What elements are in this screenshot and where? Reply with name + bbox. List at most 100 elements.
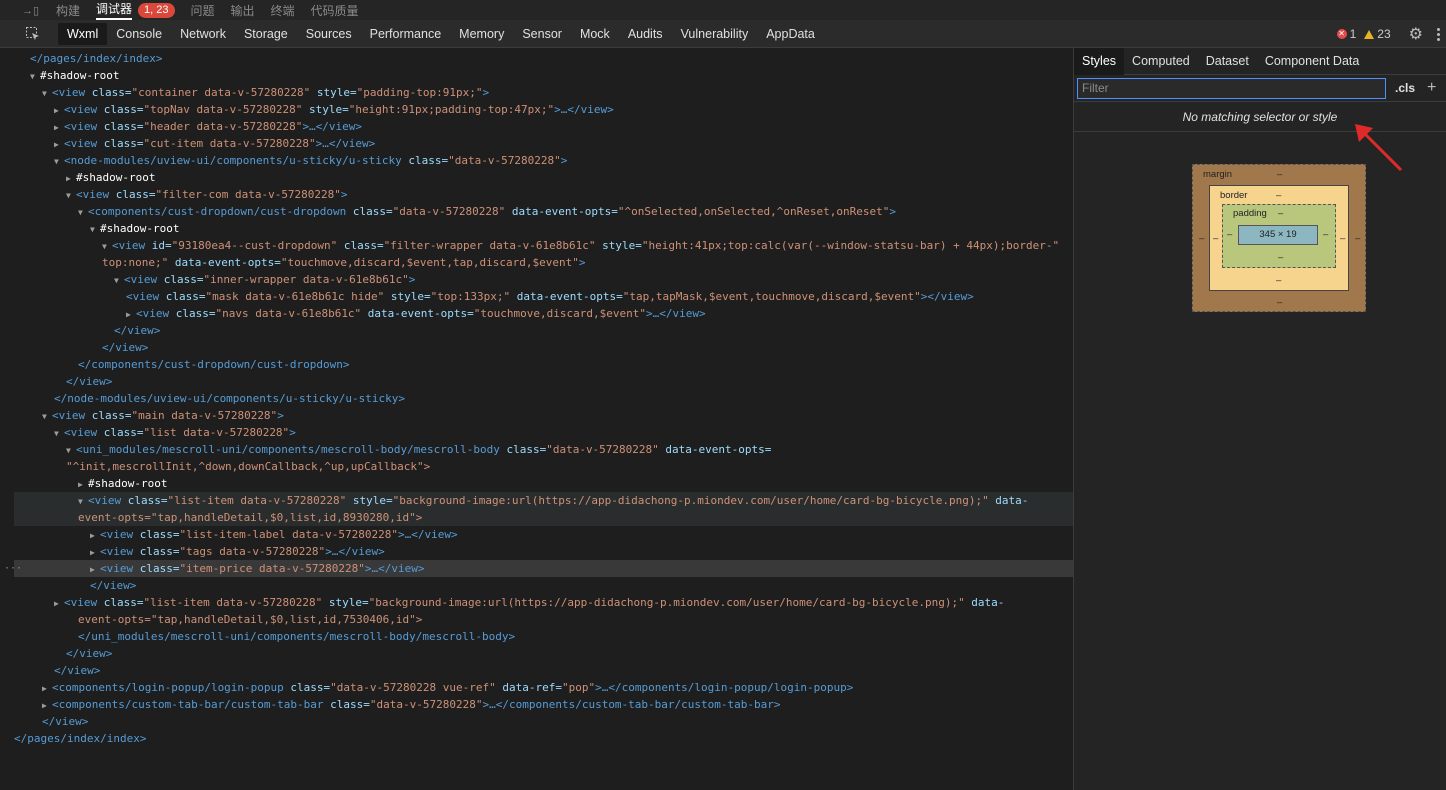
tree-node-row[interactable]: </node-modules/uview-ui/components/u-sti… — [14, 390, 1073, 407]
caret-right-icon[interactable]: ▶ — [54, 102, 64, 119]
tab-build[interactable]: 构建 — [56, 2, 80, 19]
caret-right-icon[interactable]: ▶ — [54, 119, 64, 136]
tree-node-row[interactable]: ▼ <view class="list data-v-57280228"> — [14, 424, 1073, 441]
tree-node-row[interactable]: event-opts="tap,handleDetail,$0,list,id,… — [14, 509, 1073, 526]
caret-down-icon[interactable]: ▼ — [30, 68, 40, 85]
tab-sensor[interactable]: Sensor — [513, 23, 571, 45]
tree-node-row[interactable]: "^init,mescrollInit,^down,downCallback,^… — [14, 458, 1073, 475]
caret-right-icon[interactable]: ▶ — [66, 170, 76, 187]
tab-styles[interactable]: Styles — [1074, 47, 1125, 75]
tab-debugger[interactable]: 调试器 — [96, 0, 133, 20]
tree-node-row[interactable]: ▼ <view class="filter-com data-v-57280228… — [14, 186, 1073, 203]
tree-node-row[interactable]: ▼ #shadow-root — [14, 220, 1073, 237]
caret-down-icon[interactable]: ▼ — [78, 493, 88, 510]
caret-down-icon[interactable]: ▼ — [90, 221, 100, 238]
tab-code-quality[interactable]: 代码质量 — [311, 2, 359, 19]
tree-node-row[interactable]: ▼ <components/cust-dropdown/cust-dropdown… — [14, 203, 1073, 220]
tree-node-row[interactable]: ▶ <view class="list-item data-v-57280228"… — [14, 594, 1073, 611]
tab-wxml[interactable]: Wxml — [58, 22, 108, 45]
tab-vulnerability[interactable]: Vulnerability — [672, 23, 758, 45]
tree-node-row[interactable]: </uni_modules/mescroll-uni/components/me… — [14, 628, 1073, 645]
tree-node-row[interactable]: ▶ <view class="header data-v-57280228">…<… — [14, 118, 1073, 135]
tree-node-row[interactable]: <view class="mask data-v-61e8b61c hide" … — [14, 288, 1073, 305]
tree-node-row[interactable]: ▼ <uni_modules/mescroll-uni/components/me… — [14, 441, 1073, 458]
caret-right-icon[interactable]: ▶ — [90, 561, 100, 578]
padding-bottom-value: – — [1278, 252, 1284, 263]
tree-node-row[interactable]: </view> — [14, 322, 1073, 339]
tree-node-row[interactable]: </view> — [14, 577, 1073, 594]
tree-node-row[interactable]: ▼ <view class="inner-wrapper data-v-61e8b… — [14, 271, 1073, 288]
tab-problems[interactable]: 问题 — [191, 2, 215, 19]
caret-down-icon[interactable]: ▼ — [66, 187, 76, 204]
tree-node-row[interactable]: </view> — [14, 339, 1073, 356]
tab-output[interactable]: 输出 — [231, 2, 255, 19]
tree-node-row[interactable]: ▼ <view class="list-item data-v-57280228"… — [14, 492, 1073, 509]
tree-node-row[interactable]: </view> — [14, 373, 1073, 390]
caret-right-icon[interactable]: ▶ — [126, 306, 136, 323]
caret-right-icon[interactable]: ▶ — [54, 595, 64, 612]
caret-down-icon[interactable]: ▼ — [54, 153, 64, 170]
tree-node-row[interactable]: ▶ <view class="topNav data-v-57280228" st… — [14, 101, 1073, 118]
tree-node-row[interactable]: ▼ <view class="container data-v-57280228"… — [14, 84, 1073, 101]
tree-node-row[interactable]: ▼ #shadow-root — [14, 67, 1073, 84]
tree-node-row[interactable]: ▼ <view class="main data-v-57280228"> — [14, 407, 1073, 424]
caret-down-icon[interactable]: ▼ — [114, 272, 124, 289]
tab-storage[interactable]: Storage — [235, 23, 297, 45]
caret-down-icon[interactable]: ▼ — [42, 408, 52, 425]
tree-node-row[interactable]: ▼ <node-modules/uview-ui/components/u-sti… — [14, 152, 1073, 169]
more-menu-icon[interactable] — [1437, 27, 1440, 41]
tab-terminal[interactable]: 终端 — [271, 2, 295, 19]
tree-node-row[interactable]: </view> — [14, 713, 1073, 730]
tree-node-row[interactable]: ▶ #shadow-root — [14, 475, 1073, 492]
caret-right-icon[interactable]: ▶ — [90, 527, 100, 544]
tree-node-row[interactable]: ▼ <view id="93180ea4--cust-dropdown" clas… — [14, 237, 1073, 254]
caret-right-icon[interactable]: ▶ — [42, 697, 52, 714]
tab-audits[interactable]: Audits — [619, 23, 672, 45]
add-rule-icon[interactable]: + — [1427, 79, 1436, 97]
tree-node-row[interactable]: ▶ <view class="cut-item data-v-57280228">… — [14, 135, 1073, 152]
tree-node-content: </view> — [102, 339, 148, 356]
caret-right-icon[interactable]: ▶ — [54, 136, 64, 153]
row-more-icon[interactable]: ··· — [4, 560, 22, 577]
tab-sources[interactable]: Sources — [297, 23, 361, 45]
tree-node-row[interactable]: top:none;" data-event-opts="touchmove,di… — [14, 254, 1073, 271]
element-picker-icon[interactable] — [20, 24, 46, 44]
caret-down-icon[interactable]: ▼ — [78, 204, 88, 221]
caret-right-icon[interactable]: ▶ — [78, 476, 88, 493]
tab-dataset[interactable]: Dataset — [1198, 48, 1257, 75]
tree-node-row[interactable]: event-opts="tap,handleDetail,$0,list,id,… — [14, 611, 1073, 628]
dock-toggle-icon[interactable]: →▯ — [22, 4, 40, 17]
tree-node-row[interactable]: ▶ <view class="tags data-v-57280228">…</v… — [14, 543, 1073, 560]
tree-node-row[interactable]: </pages/index/index> — [14, 730, 1073, 747]
warning-count[interactable]: 23 — [1377, 27, 1390, 41]
caret-down-icon[interactable]: ▼ — [102, 238, 112, 255]
tree-node-row[interactable]: ▶ <view class="navs data-v-61e8b61c" data… — [14, 305, 1073, 322]
caret-down-icon[interactable]: ▼ — [66, 442, 76, 459]
tree-node-row[interactable]: ▶ <components/login-popup/login-popup cla… — [14, 679, 1073, 696]
attr-name: data-event-opts= — [505, 205, 618, 218]
tab-memory[interactable]: Memory — [450, 23, 513, 45]
styles-filter-input[interactable] — [1077, 77, 1386, 99]
tab-mock[interactable]: Mock — [571, 23, 619, 45]
error-count[interactable]: 1 — [1350, 27, 1357, 41]
tab-component-data[interactable]: Component Data — [1257, 48, 1368, 75]
tree-node-row[interactable]: ▶ <view class="item-price data-v-57280228… — [4, 560, 1073, 578]
gear-icon[interactable]: ⚙ — [1409, 24, 1423, 44]
tree-node-row[interactable]: ▶ <components/custom-tab-bar/custom-tab-b… — [14, 696, 1073, 713]
tree-node-row[interactable]: </view> — [14, 645, 1073, 662]
tree-node-row[interactable]: </pages/index/index> — [14, 50, 1073, 67]
caret-right-icon[interactable]: ▶ — [42, 680, 52, 697]
cls-toggle-button[interactable]: .cls — [1395, 81, 1415, 95]
tab-computed[interactable]: Computed — [1124, 48, 1198, 75]
tree-node-row[interactable]: ▶ #shadow-root — [14, 169, 1073, 186]
tree-node-row[interactable]: </view> — [14, 662, 1073, 679]
caret-right-icon[interactable]: ▶ — [90, 544, 100, 561]
tab-performance[interactable]: Performance — [361, 23, 451, 45]
tree-node-row[interactable]: </components/cust-dropdown/cust-dropdown… — [14, 356, 1073, 373]
tree-node-row[interactable]: ▶ <view class="list-item-label data-v-572… — [14, 526, 1073, 543]
tab-network[interactable]: Network — [171, 23, 235, 45]
tab-console[interactable]: Console — [107, 23, 171, 45]
tab-appdata[interactable]: AppData — [757, 23, 824, 45]
caret-down-icon[interactable]: ▼ — [54, 425, 64, 442]
caret-down-icon[interactable]: ▼ — [42, 85, 52, 102]
